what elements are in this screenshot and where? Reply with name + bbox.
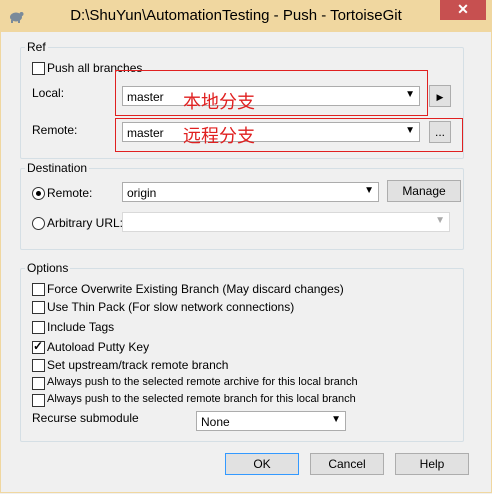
recurse-submodule-label: Recurse submodule <box>32 411 139 425</box>
ok-button[interactable]: OK <box>225 453 299 475</box>
remote-annotation: 远程分支 <box>183 126 255 146</box>
options-legend: Options <box>25 261 71 275</box>
local-go-button[interactable]: ▶ <box>429 85 451 107</box>
chevron-down-icon: ▼ <box>435 215 445 226</box>
always-push-archive-checkbox[interactable] <box>32 377 45 390</box>
force-overwrite-checkbox[interactable] <box>32 283 45 296</box>
local-annotation: 本地分支 <box>183 92 255 112</box>
dialog-body: Ref Push all branches Local: master ▼ ▶ … <box>0 32 492 493</box>
help-button[interactable]: Help <box>395 453 469 475</box>
push-all-branches-checkbox[interactable] <box>32 62 45 75</box>
cancel-button[interactable]: Cancel <box>310 453 384 475</box>
always-push-branch-label: Always push to the selected remote branc… <box>47 393 356 405</box>
force-overwrite-label: Force Overwrite Existing Branch (May dis… <box>47 282 344 296</box>
window-title: D:\ShuYun\AutomationTesting - Push - Tor… <box>70 7 402 24</box>
recurse-submodule-select[interactable]: None ▼ <box>196 411 346 431</box>
ref-legend: Ref <box>25 40 48 54</box>
thin-pack-checkbox[interactable] <box>32 301 45 314</box>
arbitrary-url-radio[interactable] <box>32 217 45 230</box>
remote-annotation-box <box>115 118 463 152</box>
local-annotation-box <box>115 70 428 116</box>
include-tags-label: Include Tags <box>47 320 115 334</box>
remote-label: Remote: <box>32 123 78 137</box>
destination-legend: Destination <box>25 161 90 175</box>
arbitrary-url-select[interactable]: ▼ <box>122 212 450 232</box>
remote-radio[interactable] <box>32 187 45 200</box>
chevron-down-icon: ▼ <box>331 414 341 425</box>
autoload-putty-key-label: Autoload Putty Key <box>47 340 150 354</box>
recurse-submodule-value: None <box>201 415 230 429</box>
remote-select[interactable]: origin ▼ <box>122 182 379 202</box>
remote-value: origin <box>127 186 157 200</box>
arbitrary-url-label: Arbitrary URL: <box>47 216 124 230</box>
chevron-down-icon: ▼ <box>364 185 374 196</box>
close-button[interactable]: ✕ <box>440 0 486 20</box>
arrow-right-icon: ▶ <box>436 92 444 102</box>
manage-button[interactable]: Manage <box>387 180 461 202</box>
always-push-archive-label: Always push to the selected remote archi… <box>47 376 358 388</box>
always-push-branch-checkbox[interactable] <box>32 394 45 407</box>
remote-radio-label: Remote: <box>47 186 93 200</box>
thin-pack-label: Use Thin Pack (For slow network connecti… <box>47 300 295 314</box>
set-upstream-checkbox[interactable] <box>32 359 45 372</box>
local-label: Local: <box>32 86 65 100</box>
include-tags-checkbox[interactable] <box>32 321 45 334</box>
title-bar: D:\ShuYun\AutomationTesting - Push - Tor… <box>0 0 492 32</box>
set-upstream-label: Set upstream/track remote branch <box>47 358 229 372</box>
autoload-putty-key-checkbox[interactable] <box>32 339 45 354</box>
